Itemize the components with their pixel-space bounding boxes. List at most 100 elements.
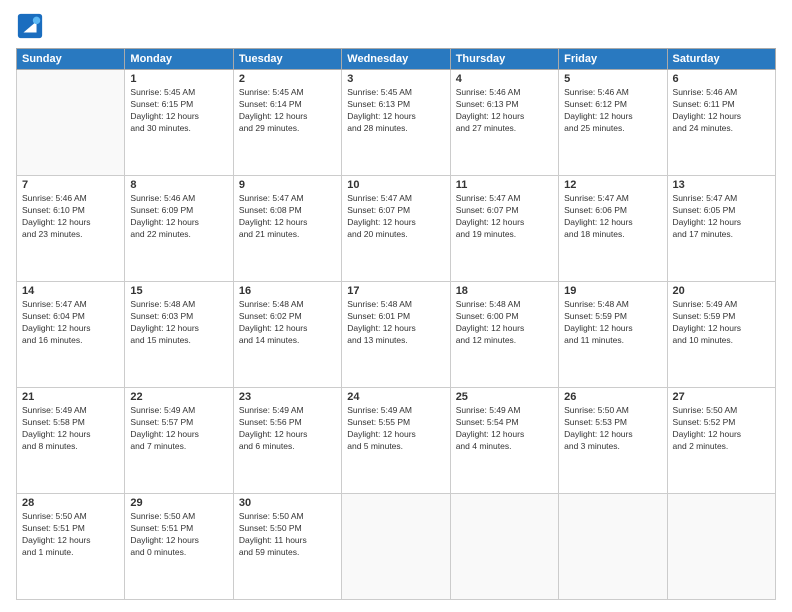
logo-icon (16, 12, 44, 40)
calendar-cell: 29 Sunrise: 5:50 AM Sunset: 5:51 PM Dayli… (125, 494, 233, 600)
day-info: Sunrise: 5:46 AM Sunset: 6:12 PM Dayligh… (564, 87, 661, 135)
day-info: Sunrise: 5:48 AM Sunset: 6:03 PM Dayligh… (130, 299, 227, 347)
day-number: 10 (347, 179, 444, 191)
day-info: Sunrise: 5:49 AM Sunset: 5:59 PM Dayligh… (673, 299, 770, 347)
day-number: 11 (456, 179, 553, 191)
calendar-cell: 1 Sunrise: 5:45 AM Sunset: 6:15 PM Daylig… (125, 70, 233, 176)
day-number: 20 (673, 285, 770, 297)
day-number: 15 (130, 285, 227, 297)
day-number: 14 (22, 285, 119, 297)
header (16, 12, 776, 40)
calendar-cell (667, 494, 775, 600)
day-number: 18 (456, 285, 553, 297)
calendar-cell: 21 Sunrise: 5:49 AM Sunset: 5:58 PM Dayli… (17, 388, 125, 494)
day-number: 23 (239, 391, 336, 403)
weekday-header-cell: Thursday (450, 49, 558, 70)
logo (16, 12, 46, 40)
calendar-cell: 20 Sunrise: 5:49 AM Sunset: 5:59 PM Dayli… (667, 282, 775, 388)
day-info: Sunrise: 5:47 AM Sunset: 6:04 PM Dayligh… (22, 299, 119, 347)
calendar-week-row: 14 Sunrise: 5:47 AM Sunset: 6:04 PM Dayli… (17, 282, 776, 388)
calendar-cell (342, 494, 450, 600)
day-info: Sunrise: 5:47 AM Sunset: 6:05 PM Dayligh… (673, 193, 770, 241)
day-info: Sunrise: 5:50 AM Sunset: 5:53 PM Dayligh… (564, 405, 661, 453)
day-number: 2 (239, 73, 336, 85)
day-info: Sunrise: 5:49 AM Sunset: 5:55 PM Dayligh… (347, 405, 444, 453)
day-info: Sunrise: 5:45 AM Sunset: 6:15 PM Dayligh… (130, 87, 227, 135)
calendar-cell: 2 Sunrise: 5:45 AM Sunset: 6:14 PM Daylig… (233, 70, 341, 176)
day-number: 5 (564, 73, 661, 85)
day-number: 24 (347, 391, 444, 403)
calendar-cell: 25Sunrise: 5:49 AM Sunset: 5:54 PM Dayli… (450, 388, 558, 494)
day-number: 1 (130, 73, 227, 85)
day-info: Sunrise: 5:49 AM Sunset: 5:57 PM Dayligh… (130, 405, 227, 453)
calendar-cell: 6 Sunrise: 5:46 AM Sunset: 6:11 PM Daylig… (667, 70, 775, 176)
day-number: 19 (564, 285, 661, 297)
day-info: Sunrise: 5:50 AM Sunset: 5:52 PM Dayligh… (673, 405, 770, 453)
day-info: Sunrise: 5:49 AM Sunset: 5:56 PM Dayligh… (239, 405, 336, 453)
day-number: 26 (564, 391, 661, 403)
day-number: 22 (130, 391, 227, 403)
calendar-cell: 11 Sunrise: 5:47 AM Sunset: 6:07 PM Dayli… (450, 176, 558, 282)
calendar-cell: 5 Sunrise: 5:46 AM Sunset: 6:12 PM Daylig… (559, 70, 667, 176)
calendar-cell (450, 494, 558, 600)
day-number: 27 (673, 391, 770, 403)
calendar-cell: 3 Sunrise: 5:45 AM Sunset: 6:13 PM Daylig… (342, 70, 450, 176)
page: SundayMondayTuesdayWednesdayThursdayFrid… (0, 0, 792, 612)
calendar-cell: 18 Sunrise: 5:48 AM Sunset: 6:00 PM Dayli… (450, 282, 558, 388)
day-number: 8 (130, 179, 227, 191)
calendar-table: SundayMondayTuesdayWednesdayThursdayFrid… (16, 48, 776, 600)
calendar-cell: 15 Sunrise: 5:48 AM Sunset: 6:03 PM Dayli… (125, 282, 233, 388)
day-info: Sunrise: 5:46 AM Sunset: 6:13 PM Dayligh… (456, 87, 553, 135)
day-info: Sunrise: 5:48 AM Sunset: 6:00 PM Dayligh… (456, 299, 553, 347)
calendar-cell: 7Sunrise: 5:46 AM Sunset: 6:10 PM Daylig… (17, 176, 125, 282)
day-number: 3 (347, 73, 444, 85)
day-info: Sunrise: 5:48 AM Sunset: 6:02 PM Dayligh… (239, 299, 336, 347)
weekday-header-row: SundayMondayTuesdayWednesdayThursdayFrid… (17, 49, 776, 70)
calendar-cell: 17 Sunrise: 5:48 AM Sunset: 6:01 PM Dayli… (342, 282, 450, 388)
calendar-week-row: 28 Sunrise: 5:50 AM Sunset: 5:51 PM Dayli… (17, 494, 776, 600)
day-info: Sunrise: 5:49 AM Sunset: 5:58 PM Dayligh… (22, 405, 119, 453)
day-info: Sunrise: 5:47 AM Sunset: 6:08 PM Dayligh… (239, 193, 336, 241)
day-info: Sunrise: 5:45 AM Sunset: 6:14 PM Dayligh… (239, 87, 336, 135)
calendar-cell (17, 70, 125, 176)
calendar-cell: 8 Sunrise: 5:46 AM Sunset: 6:09 PM Daylig… (125, 176, 233, 282)
day-number: 29 (130, 497, 227, 509)
day-info: Sunrise: 5:46 AM Sunset: 6:09 PM Dayligh… (130, 193, 227, 241)
calendar-cell: 16 Sunrise: 5:48 AM Sunset: 6:02 PM Dayli… (233, 282, 341, 388)
day-number: 9 (239, 179, 336, 191)
day-number: 17 (347, 285, 444, 297)
calendar-cell: 22 Sunrise: 5:49 AM Sunset: 5:57 PM Dayli… (125, 388, 233, 494)
day-info: Sunrise: 5:50 AM Sunset: 5:51 PM Dayligh… (22, 511, 119, 559)
calendar-cell: 10 Sunrise: 5:47 AM Sunset: 6:07 PM Dayli… (342, 176, 450, 282)
weekday-header-cell: Wednesday (342, 49, 450, 70)
day-number: 4 (456, 73, 553, 85)
day-number: 30 (239, 497, 336, 509)
day-info: Sunrise: 5:50 AM Sunset: 5:51 PM Dayligh… (130, 511, 227, 559)
calendar-cell: 12 Sunrise: 5:47 AM Sunset: 6:06 PM Dayli… (559, 176, 667, 282)
weekday-header-cell: Friday (559, 49, 667, 70)
day-number: 21 (22, 391, 119, 403)
calendar-cell: 13Sunrise: 5:47 AM Sunset: 6:05 PM Dayli… (667, 176, 775, 282)
day-number: 6 (673, 73, 770, 85)
day-info: Sunrise: 5:47 AM Sunset: 6:07 PM Dayligh… (347, 193, 444, 241)
day-info: Sunrise: 5:46 AM Sunset: 6:11 PM Dayligh… (673, 87, 770, 135)
calendar-cell: 4 Sunrise: 5:46 AM Sunset: 6:13 PM Daylig… (450, 70, 558, 176)
weekday-header-cell: Tuesday (233, 49, 341, 70)
calendar-week-row: 1 Sunrise: 5:45 AM Sunset: 6:15 PM Daylig… (17, 70, 776, 176)
calendar-cell: 26 Sunrise: 5:50 AM Sunset: 5:53 PM Dayli… (559, 388, 667, 494)
day-info: Sunrise: 5:47 AM Sunset: 6:06 PM Dayligh… (564, 193, 661, 241)
calendar-cell: 23 Sunrise: 5:49 AM Sunset: 5:56 PM Dayli… (233, 388, 341, 494)
day-info: Sunrise: 5:48 AM Sunset: 5:59 PM Dayligh… (564, 299, 661, 347)
day-number: 28 (22, 497, 119, 509)
day-info: Sunrise: 5:45 AM Sunset: 6:13 PM Dayligh… (347, 87, 444, 135)
day-info: Sunrise: 5:47 AM Sunset: 6:07 PM Dayligh… (456, 193, 553, 241)
day-info: Sunrise: 5:48 AM Sunset: 6:01 PM Dayligh… (347, 299, 444, 347)
weekday-header-cell: Saturday (667, 49, 775, 70)
day-number: 16 (239, 285, 336, 297)
weekday-header-cell: Sunday (17, 49, 125, 70)
calendar-cell: 9 Sunrise: 5:47 AM Sunset: 6:08 PM Daylig… (233, 176, 341, 282)
calendar-week-row: 7Sunrise: 5:46 AM Sunset: 6:10 PM Daylig… (17, 176, 776, 282)
weekday-header-cell: Monday (125, 49, 233, 70)
calendar-cell: 30Sunrise: 5:50 AM Sunset: 5:50 PM Dayli… (233, 494, 341, 600)
day-number: 12 (564, 179, 661, 191)
